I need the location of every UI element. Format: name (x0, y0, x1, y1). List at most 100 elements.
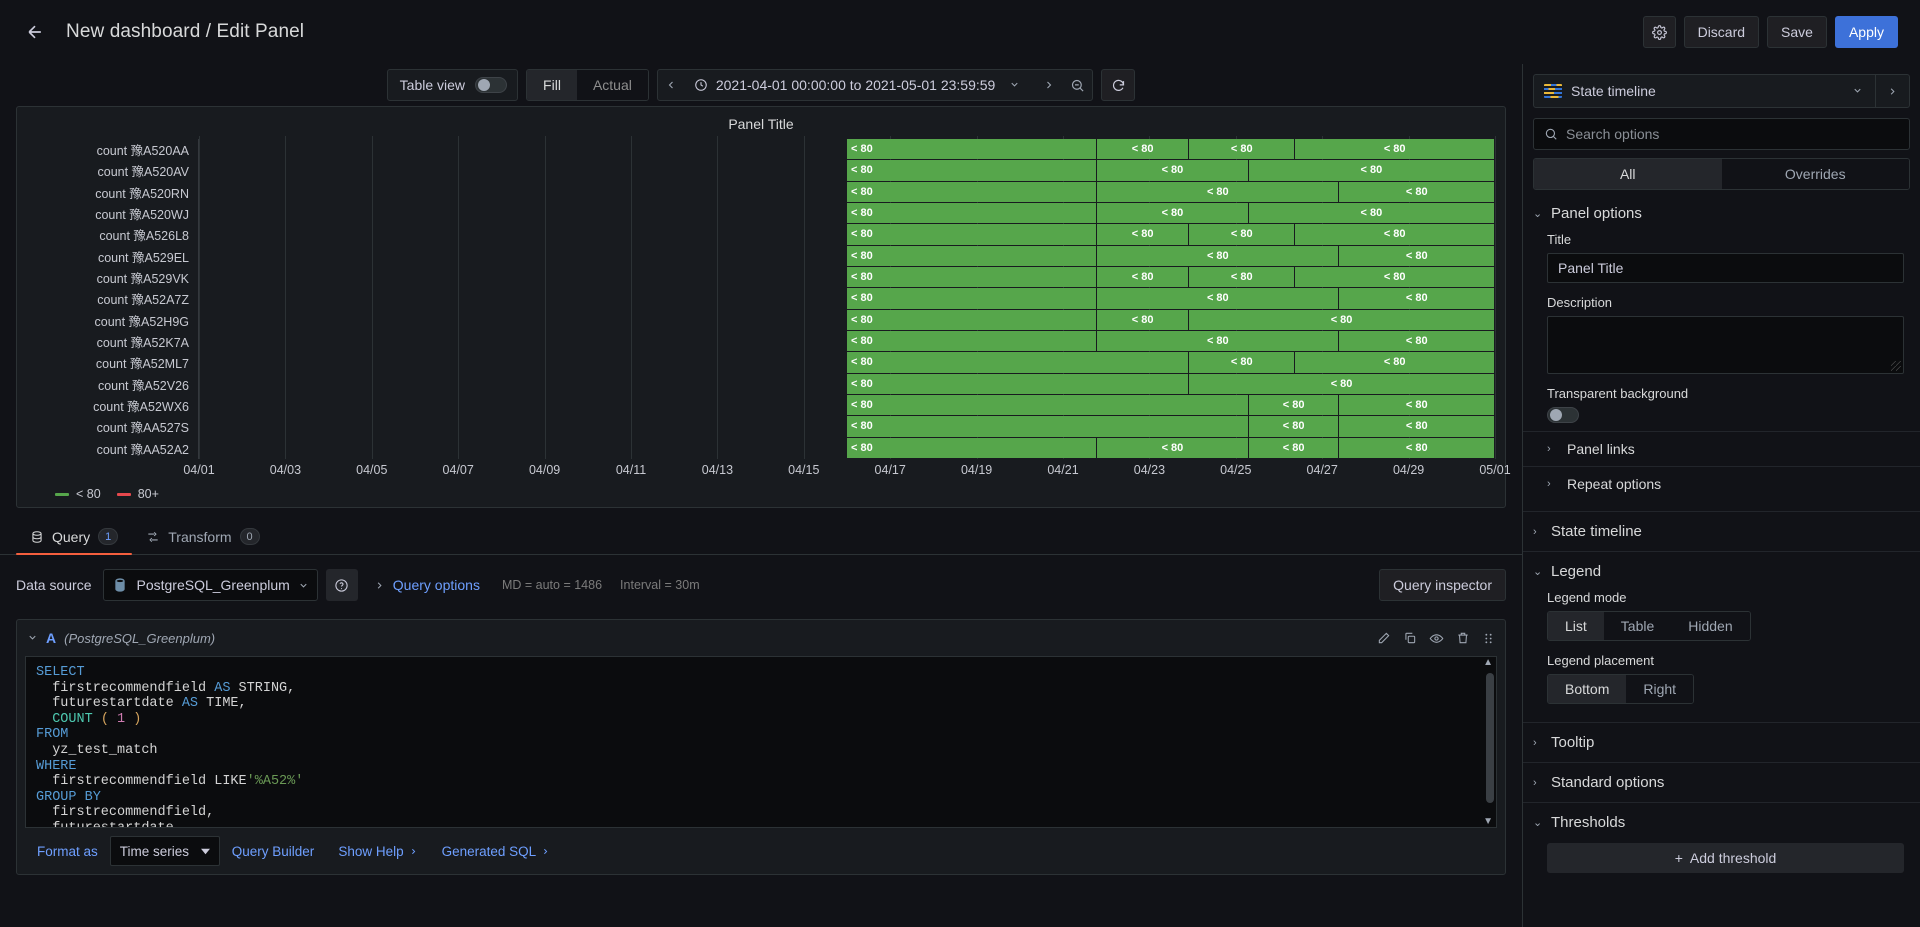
chart-state-segment[interactable]: < 80 (1248, 202, 1495, 224)
chart-state-segment[interactable]: < 80 (1248, 437, 1340, 458)
show-help-button[interactable]: Show Help (326, 836, 430, 866)
editor-scroll-thumb[interactable] (1486, 673, 1494, 803)
chart-state-segment[interactable]: < 80 (1189, 309, 1495, 330)
chart-state-segment[interactable]: < 80 (1097, 245, 1340, 266)
fill-option[interactable]: Fill (527, 70, 577, 100)
chart-state-segment[interactable]: < 80 (1295, 352, 1495, 373)
chart-state-segment[interactable]: < 80 (847, 288, 1098, 309)
time-range-next-button[interactable] (1036, 70, 1062, 100)
legend-mode-table[interactable]: Table (1603, 612, 1672, 640)
save-button[interactable]: Save (1767, 16, 1827, 48)
chart-legend-item[interactable]: < 80 (55, 487, 101, 501)
eye-icon[interactable] (1429, 631, 1444, 646)
query-ref-id[interactable]: A (46, 630, 56, 646)
generated-sql-button[interactable]: Generated SQL (429, 836, 563, 866)
breadcrumb[interactable]: New dashboard / Edit Panel (66, 21, 304, 43)
query-options-toggle[interactable]: Query options (374, 577, 480, 593)
sql-code-editor[interactable]: SELECT firstrecommendfield AS STRING, fu… (25, 656, 1497, 828)
chart-state-segment[interactable]: < 80 (1097, 139, 1190, 160)
legend-header[interactable]: ⌄ Legend (1523, 552, 1920, 586)
chart-state-segment[interactable]: < 80 (1097, 160, 1249, 181)
chart-legend-item[interactable]: 80+ (116, 487, 159, 501)
chart-state-segment[interactable]: < 80 (847, 437, 1098, 458)
chart-state-segment[interactable]: < 80 (1189, 352, 1296, 373)
chart-state-segment[interactable]: < 80 (847, 139, 1098, 160)
query-collapse-toggle[interactable] (27, 630, 38, 646)
chart-state-segment[interactable]: < 80 (1189, 139, 1296, 160)
standard-options-header[interactable]: › Standard options (1523, 763, 1920, 802)
chart-state-segment[interactable]: < 80 (847, 309, 1098, 330)
tab-transform[interactable]: Transform 0 (132, 520, 273, 554)
table-view-toggle-group[interactable]: Table view (386, 69, 519, 101)
copy-icon[interactable] (1403, 631, 1417, 645)
panel-settings-button[interactable] (1642, 16, 1676, 48)
back-button[interactable] (18, 15, 52, 49)
thresholds-header[interactable]: ⌄ Thresholds (1523, 803, 1920, 837)
chart-state-segment[interactable]: < 80 (1339, 437, 1495, 458)
chart-state-segment[interactable]: < 80 (1097, 330, 1340, 352)
chart-state-segment[interactable]: < 80 (1339, 330, 1495, 352)
panel-title-input[interactable]: Panel Title (1547, 253, 1904, 283)
chart-state-segment[interactable]: < 80 (847, 202, 1098, 224)
chart-state-segment[interactable]: < 80 (1189, 266, 1296, 288)
chart-state-segment[interactable]: < 80 (1097, 266, 1190, 288)
panel-description-textarea[interactable] (1547, 316, 1904, 374)
refresh-button[interactable] (1101, 69, 1136, 101)
repeat-options-row[interactable]: › Repeat options (1523, 466, 1920, 501)
chart-state-segment[interactable]: < 80 (1295, 266, 1495, 288)
time-range-value-button[interactable]: 2021-04-01 00:00:00 to 2021-05-01 23:59:… (684, 70, 1036, 100)
visualization-picker[interactable]: State timeline (1533, 74, 1910, 108)
chart-state-segment[interactable]: < 80 (1097, 224, 1190, 245)
chart-state-segment[interactable]: < 80 (847, 416, 1249, 437)
pencil-icon[interactable] (1377, 631, 1391, 645)
data-source-help-button[interactable] (325, 569, 358, 601)
data-source-picker[interactable]: PostgreSQL_Greenplum (103, 569, 318, 601)
tooltip-header[interactable]: › Tooltip (1523, 723, 1920, 762)
chart-state-segment[interactable]: < 80 (847, 266, 1098, 288)
state-timeline-chart[interactable]: count 豫A520AA count 豫A520AV count 豫A520RN c… (27, 136, 1496, 459)
chart-state-segment[interactable]: < 80 (847, 245, 1098, 266)
query-builder-button[interactable]: Query Builder (219, 836, 327, 866)
search-options-input[interactable] (1566, 126, 1899, 142)
chart-state-segment[interactable]: < 80 (847, 373, 1190, 394)
chart-state-segment[interactable]: < 80 (1248, 416, 1340, 437)
chart-state-segment[interactable]: < 80 (1189, 373, 1495, 394)
panel-options-header[interactable]: ⌄ Panel options (1523, 194, 1920, 228)
tab-overrides[interactable]: Overrides (1721, 159, 1909, 189)
chart-state-segment[interactable]: < 80 (1097, 181, 1340, 202)
chart-state-segment[interactable]: < 80 (1248, 394, 1340, 416)
table-view-switch[interactable] (475, 77, 508, 93)
chart-state-segment[interactable]: < 80 (847, 330, 1098, 352)
resize-grip-icon[interactable] (1891, 361, 1901, 371)
chart-state-segment[interactable]: < 80 (1295, 224, 1495, 245)
discard-button[interactable]: Discard (1683, 16, 1760, 48)
chart-state-segment[interactable]: < 80 (847, 160, 1098, 181)
chevron-down-icon[interactable] (1003, 77, 1026, 93)
chart-state-segment[interactable]: < 80 (1339, 288, 1495, 309)
chart-state-segment[interactable]: < 80 (1339, 394, 1495, 416)
chart-state-segment[interactable]: < 80 (1097, 202, 1249, 224)
legend-mode-hidden[interactable]: Hidden (1671, 612, 1750, 640)
drag-icon[interactable] (1482, 632, 1495, 645)
legend-mode-list[interactable]: List (1548, 612, 1604, 640)
chart-state-segment[interactable]: < 80 (1248, 160, 1495, 181)
chart-state-segment[interactable]: < 80 (1339, 416, 1495, 437)
editor-scrollbar[interactable]: ▲ ▼ (1483, 657, 1494, 827)
transparent-background-toggle[interactable] (1547, 407, 1579, 423)
zoom-out-button[interactable] (1062, 70, 1092, 100)
time-range-prev-button[interactable] (658, 70, 684, 100)
chart-state-segment[interactable]: < 80 (1189, 224, 1296, 245)
tab-query[interactable]: Query 1 (16, 520, 133, 555)
chart-state-segment[interactable]: < 80 (847, 224, 1098, 245)
legend-placement-bottom[interactable]: Bottom (1548, 675, 1627, 703)
legend-placement-right[interactable]: Right (1626, 675, 1694, 703)
apply-button[interactable]: Apply (1834, 16, 1898, 48)
chart-state-segment[interactable]: < 80 (1339, 245, 1495, 266)
chart-state-segment[interactable]: < 80 (1295, 139, 1495, 160)
collapse-options-button[interactable] (1875, 75, 1909, 107)
chart-state-segment[interactable]: < 80 (1097, 309, 1190, 330)
options-search[interactable] (1533, 118, 1910, 150)
query-inspector-button[interactable]: Query inspector (1379, 569, 1506, 601)
state-timeline-header[interactable]: › State timeline (1523, 512, 1920, 551)
chevron-down-icon[interactable] (1840, 83, 1875, 99)
